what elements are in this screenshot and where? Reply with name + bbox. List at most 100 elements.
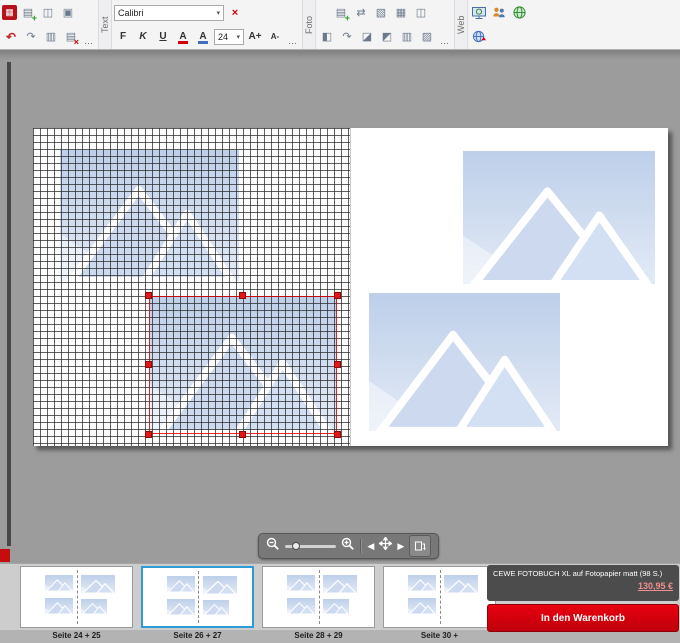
thumbnail-seite-30-31[interactable] [383, 566, 496, 628]
thumb-photo [81, 599, 107, 614]
photo-border-icon[interactable]: ◫ [412, 4, 430, 22]
book-spread [33, 128, 668, 446]
italic-button[interactable]: K [134, 28, 152, 46]
thumbnail-seite-28-29[interactable] [262, 566, 375, 628]
globe-green-icon[interactable] [510, 4, 528, 22]
web-upload-globe-icon[interactable] [470, 28, 488, 46]
photo-frame-icon[interactable]: ▦ [392, 4, 410, 22]
redo-icon[interactable]: ↷ [22, 28, 40, 46]
toolbar: ▦ ▤+ ◫ ▣ ↶ ↷ ▥ ▤× … Text Calibri ▾ × [0, 0, 680, 50]
page-filmstrip: Seite 24 + 25 Seite 26 + 27 Seite 28 + 2… [0, 563, 680, 643]
selection-handle[interactable] [145, 431, 152, 438]
thumb-photo [45, 598, 73, 614]
fill-color-swatch [198, 41, 208, 44]
thumb-photo [287, 598, 315, 614]
text-more-button[interactable]: … [286, 28, 300, 46]
selection-handle[interactable] [334, 292, 341, 299]
font-color-swatch [178, 41, 188, 44]
divider [360, 539, 362, 553]
page-fold-line [198, 571, 199, 623]
undo-icon[interactable]: ↶ [2, 28, 20, 46]
fit-to-page-icon[interactable] [379, 537, 392, 555]
toolbar-group-text: Calibri ▾ × F K U A A 24 ▾ A+ A- … [112, 0, 302, 49]
page-right[interactable] [350, 128, 668, 446]
font-color-button[interactable]: A [174, 28, 192, 46]
zoom-slider[interactable] [285, 545, 336, 548]
selection-handle[interactable] [145, 292, 152, 299]
panel-splitter[interactable] [7, 62, 11, 546]
move-page-icon[interactable]: ▣ [59, 4, 77, 22]
app-logo-icon[interactable]: ▦ [2, 5, 17, 20]
chevron-down-icon: ▾ [236, 33, 240, 41]
toolbar-group-foto: ▤+ ⇄ ▧ ▦ ◫ ◧ ↷ ◪ ◩ ▥ ▨ … [316, 0, 454, 49]
add-to-cart-button[interactable]: In den Warenkorb [487, 604, 679, 632]
photo-placeholder-top-left[interactable] [60, 150, 239, 281]
editor-canvas[interactable] [0, 50, 680, 563]
thumbnail-label: Seite 30 + [383, 631, 496, 640]
delete-page-icon[interactable]: ▤× [62, 28, 80, 46]
font-decrease-button[interactable]: A- [266, 28, 284, 46]
clear-text-icon[interactable]: × [226, 4, 244, 22]
web-group-label: Web [454, 0, 468, 49]
page-fold-line [77, 570, 78, 624]
underline-button[interactable]: U [154, 28, 172, 46]
text-group-label: Text [98, 0, 112, 49]
selection-frame [149, 296, 337, 434]
toolbar-group-pages: ▦ ▤+ ◫ ▣ ↶ ↷ ▥ ▤× … [0, 0, 98, 49]
selection-handle[interactable] [334, 431, 341, 438]
rotate-icon[interactable]: ↷ [338, 28, 356, 46]
thumb-photo [203, 576, 237, 594]
photo-swap-icon[interactable]: ⇄ [352, 4, 370, 22]
thumb-photo [323, 599, 349, 614]
selection-handle[interactable] [145, 361, 152, 368]
zoom-in-icon[interactable] [341, 537, 355, 556]
page-left[interactable] [33, 128, 350, 446]
previous-page-button[interactable]: ◀ [367, 542, 374, 551]
copy-page-icon[interactable]: ◫ [39, 4, 57, 22]
font-family-select[interactable]: Calibri ▾ [114, 5, 224, 21]
toolbar-group-web [468, 0, 530, 49]
page-view-toggle-button[interactable] [409, 535, 431, 557]
foto-more-button[interactable]: … [438, 28, 452, 46]
thumbnail-label: Seite 24 + 25 [20, 631, 133, 640]
zoom-out-icon[interactable] [266, 537, 280, 556]
foto-group-label: Foto [302, 0, 316, 49]
thumbnail-seite-26-27[interactable] [141, 566, 254, 628]
hidden-panel-tab[interactable] [0, 549, 10, 562]
people-icon[interactable] [490, 4, 508, 22]
font-size-select[interactable]: 24 ▾ [214, 29, 244, 45]
selection-handle[interactable] [334, 361, 341, 368]
thumb-photo [45, 575, 73, 591]
thumbnail-seite-24-25[interactable] [20, 566, 133, 628]
zoom-slider-knob[interactable] [292, 542, 300, 550]
selection-handles [149, 296, 337, 434]
chevron-down-icon: ▾ [216, 9, 220, 17]
shadow-icon[interactable]: ◪ [358, 28, 376, 46]
photo-placeholder-right-bottom[interactable] [369, 293, 560, 431]
insert-page-icon[interactable]: ▤+ [19, 4, 37, 22]
thumbnail-label: Seite 26 + 27 [141, 631, 254, 640]
fill-color-button[interactable]: A [194, 28, 212, 46]
zoom-toolbar: ◀ ▶ [258, 533, 439, 559]
photo-effects-icon[interactable]: ▧ [372, 4, 390, 22]
selection-handle[interactable] [239, 292, 246, 299]
font-increase-button[interactable]: A+ [246, 28, 264, 46]
bold-button[interactable]: F [114, 28, 132, 46]
thumb-photo [203, 600, 229, 615]
photo-placeholder-right-top[interactable] [463, 151, 655, 284]
crop-icon[interactable]: ◧ [318, 28, 336, 46]
paste-icon[interactable]: ▥ [42, 28, 60, 46]
thumb-photo [408, 598, 436, 614]
thumb-photo [287, 575, 315, 591]
mask-icon[interactable]: ◩ [378, 28, 396, 46]
slideshow-monitor-icon[interactable] [470, 4, 488, 22]
thumb-photo [167, 576, 195, 592]
product-price[interactable]: 130,95 € [493, 581, 673, 591]
cart-summary-panel: CEWE FOTOBUCH XL auf Fotopapier matt (98… [487, 565, 679, 601]
background-icon[interactable]: ▨ [418, 28, 436, 46]
selection-handle[interactable] [239, 431, 246, 438]
collage-icon[interactable]: ▥ [398, 28, 416, 46]
next-page-button[interactable]: ▶ [397, 542, 404, 551]
pages-more-button[interactable]: … [82, 28, 96, 46]
photo-add-icon[interactable]: ▤+ [332, 4, 350, 22]
